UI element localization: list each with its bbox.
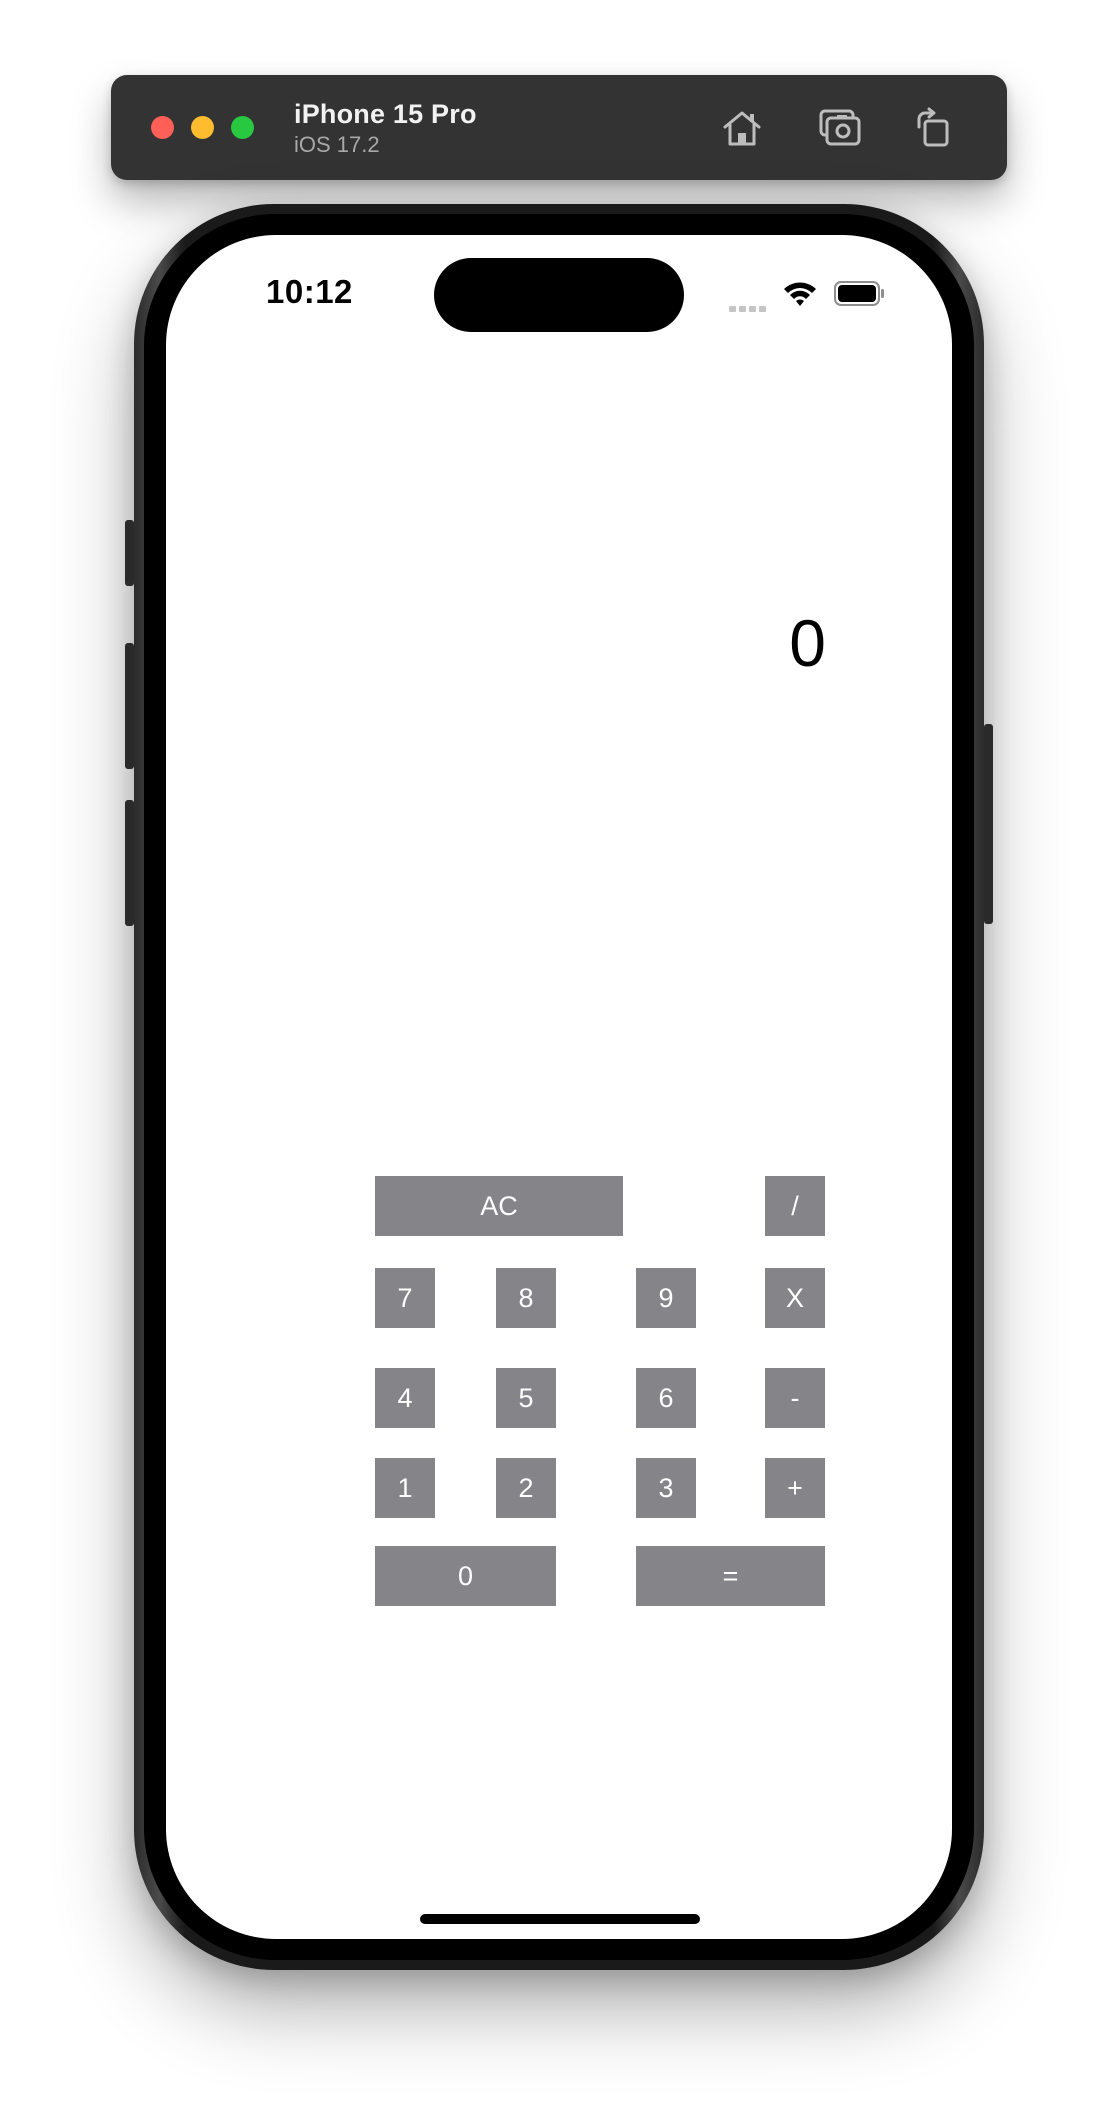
status-time: 10:12 bbox=[266, 273, 353, 310]
volume-up-button bbox=[125, 643, 134, 769]
digit-2-button[interactable]: 2 bbox=[496, 1458, 556, 1518]
phone-screen: 10:12 0 AC / 7 8 9 X 4 5 6 - 1 2 3 + 0 = bbox=[166, 235, 952, 1939]
digit-7-button[interactable]: 7 bbox=[375, 1268, 435, 1328]
digit-3-button[interactable]: 3 bbox=[636, 1458, 696, 1518]
divide-button[interactable]: / bbox=[765, 1176, 825, 1236]
calculator-display: 0 bbox=[789, 606, 826, 680]
zoom-window-button[interactable] bbox=[231, 116, 254, 139]
multiply-button[interactable]: X bbox=[765, 1268, 825, 1328]
stage: iPhone 15 Pro iOS 17.2 10:12 0 AC / 7 8 … bbox=[0, 0, 1118, 2124]
battery-icon bbox=[834, 281, 886, 306]
digit-1-button[interactable]: 1 bbox=[375, 1458, 435, 1518]
minimize-window-button[interactable] bbox=[191, 116, 214, 139]
digit-0-button[interactable]: 0 bbox=[375, 1546, 556, 1606]
volume-down-button bbox=[125, 800, 134, 926]
clear-button[interactable]: AC bbox=[375, 1176, 623, 1236]
dynamic-island bbox=[434, 258, 684, 332]
side-button bbox=[984, 724, 993, 924]
home-icon[interactable] bbox=[719, 105, 765, 151]
home-indicator[interactable] bbox=[420, 1914, 700, 1924]
wifi-icon bbox=[783, 280, 817, 308]
digit-5-button[interactable]: 5 bbox=[496, 1368, 556, 1428]
device-name: iPhone 15 Pro bbox=[294, 99, 477, 129]
equals-button[interactable]: = bbox=[636, 1546, 825, 1606]
close-window-button[interactable] bbox=[151, 116, 174, 139]
screenshot-icon[interactable] bbox=[817, 105, 863, 151]
digit-9-button[interactable]: 9 bbox=[636, 1268, 696, 1328]
digit-8-button[interactable]: 8 bbox=[496, 1268, 556, 1328]
cellular-signal-icon bbox=[729, 299, 771, 312]
simulator-toolbar: iPhone 15 Pro iOS 17.2 bbox=[111, 75, 1007, 180]
digit-4-button[interactable]: 4 bbox=[375, 1368, 435, 1428]
subtract-button[interactable]: - bbox=[765, 1368, 825, 1428]
os-version: iOS 17.2 bbox=[294, 132, 380, 157]
action-button bbox=[125, 520, 134, 586]
rotate-icon[interactable] bbox=[911, 105, 957, 151]
add-button[interactable]: + bbox=[765, 1458, 825, 1518]
digit-6-button[interactable]: 6 bbox=[636, 1368, 696, 1428]
